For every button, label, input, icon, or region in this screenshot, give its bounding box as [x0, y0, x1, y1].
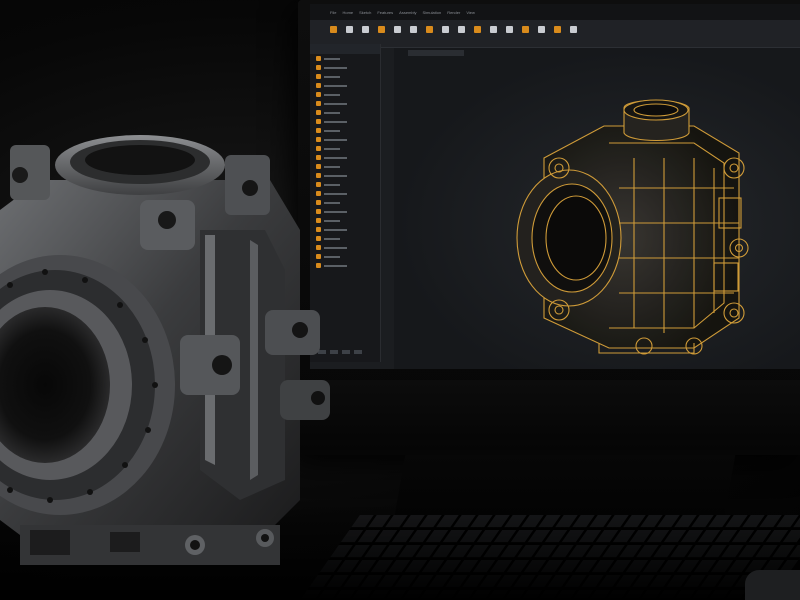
settings-icon — [570, 25, 577, 33]
tree-item[interactable] — [310, 108, 380, 117]
part-icon — [316, 65, 321, 70]
mirror-icon — [490, 25, 497, 33]
menu-item-4[interactable]: Assembly — [399, 10, 416, 15]
open-icon — [346, 25, 353, 33]
tree-item-label — [324, 93, 340, 96]
ribbon-button-10[interactable] — [488, 25, 499, 42]
ribbon-button-4[interactable] — [392, 25, 403, 42]
tree-item[interactable] — [310, 81, 380, 90]
tree-item-label — [324, 66, 347, 69]
ribbon-button-6[interactable] — [424, 25, 435, 42]
chamfer-icon — [442, 25, 449, 33]
measure-icon — [522, 25, 529, 33]
monitor: File Home Sketch Features Assembly Simulation… — [298, 0, 800, 455]
ribbon-toolbar — [310, 20, 800, 48]
shell-icon — [506, 25, 513, 33]
tree-item-label — [324, 84, 347, 87]
viewport-tab[interactable] — [408, 50, 464, 56]
ribbon-button-9[interactable] — [472, 25, 483, 42]
tree-item[interactable] — [310, 99, 380, 108]
ribbon-button-3[interactable] — [376, 25, 387, 42]
tree-item-label — [324, 102, 347, 105]
part-icon — [316, 92, 321, 97]
tree-item[interactable] — [310, 63, 380, 72]
new-icon — [330, 25, 337, 33]
save-icon — [362, 25, 369, 33]
menu-item-3[interactable]: Features — [377, 10, 393, 15]
monitor-bezel — [298, 380, 800, 450]
menu-item-1[interactable]: Home — [342, 10, 353, 15]
menu-item-6[interactable]: Render — [447, 10, 460, 15]
sketch-icon — [378, 25, 385, 33]
ribbon-button-1[interactable] — [344, 25, 355, 42]
menu-item-7[interactable]: View — [466, 10, 475, 15]
menu-item-2[interactable]: Sketch — [359, 10, 371, 15]
extrude-icon — [394, 25, 401, 33]
ribbon-button-12[interactable] — [520, 25, 531, 42]
panel-header — [310, 44, 380, 54]
tree-item[interactable] — [310, 72, 380, 81]
ribbon-button-2[interactable] — [360, 25, 371, 42]
part-icon — [316, 83, 321, 88]
tree-item[interactable] — [310, 90, 380, 99]
part-icon — [316, 74, 321, 79]
tree-item-label — [324, 57, 340, 60]
ribbon-button-15[interactable] — [568, 25, 579, 42]
part-icon — [316, 56, 321, 61]
revolve-icon — [410, 25, 417, 33]
ribbon-button-14[interactable] — [552, 25, 563, 42]
menu-item-0[interactable]: File — [330, 10, 336, 15]
ribbon-button-7[interactable] — [440, 25, 451, 42]
wireframe-model — [516, 99, 749, 355]
menu-bar: File Home Sketch Features Assembly Simulation… — [310, 4, 800, 20]
menu-item-5[interactable]: Simulation — [423, 10, 442, 15]
tree-item-label — [324, 75, 340, 78]
section-icon — [538, 25, 545, 33]
3d-viewport[interactable] — [394, 48, 800, 369]
fillet-icon — [426, 25, 433, 33]
metal-gearbox-housing — [0, 135, 330, 565]
ribbon-button-8[interactable] — [456, 25, 467, 42]
tree-item[interactable] — [310, 54, 380, 63]
ribbon-button-5[interactable] — [408, 25, 419, 42]
mouse — [745, 570, 800, 600]
part-icon — [316, 101, 321, 106]
pattern-icon — [474, 25, 481, 33]
part-icon — [316, 110, 321, 115]
ribbon-button-11[interactable] — [504, 25, 515, 42]
ribbon-button-13[interactable] — [536, 25, 547, 42]
cad-screen: File Home Sketch Features Assembly Simulation… — [310, 4, 800, 369]
tree-item-label — [324, 111, 340, 114]
ribbon-button-0[interactable] — [328, 25, 339, 42]
scene: File Home Sketch Features Assembly Simulation… — [0, 0, 800, 600]
render-icon — [554, 25, 561, 33]
hole-icon — [458, 25, 465, 33]
